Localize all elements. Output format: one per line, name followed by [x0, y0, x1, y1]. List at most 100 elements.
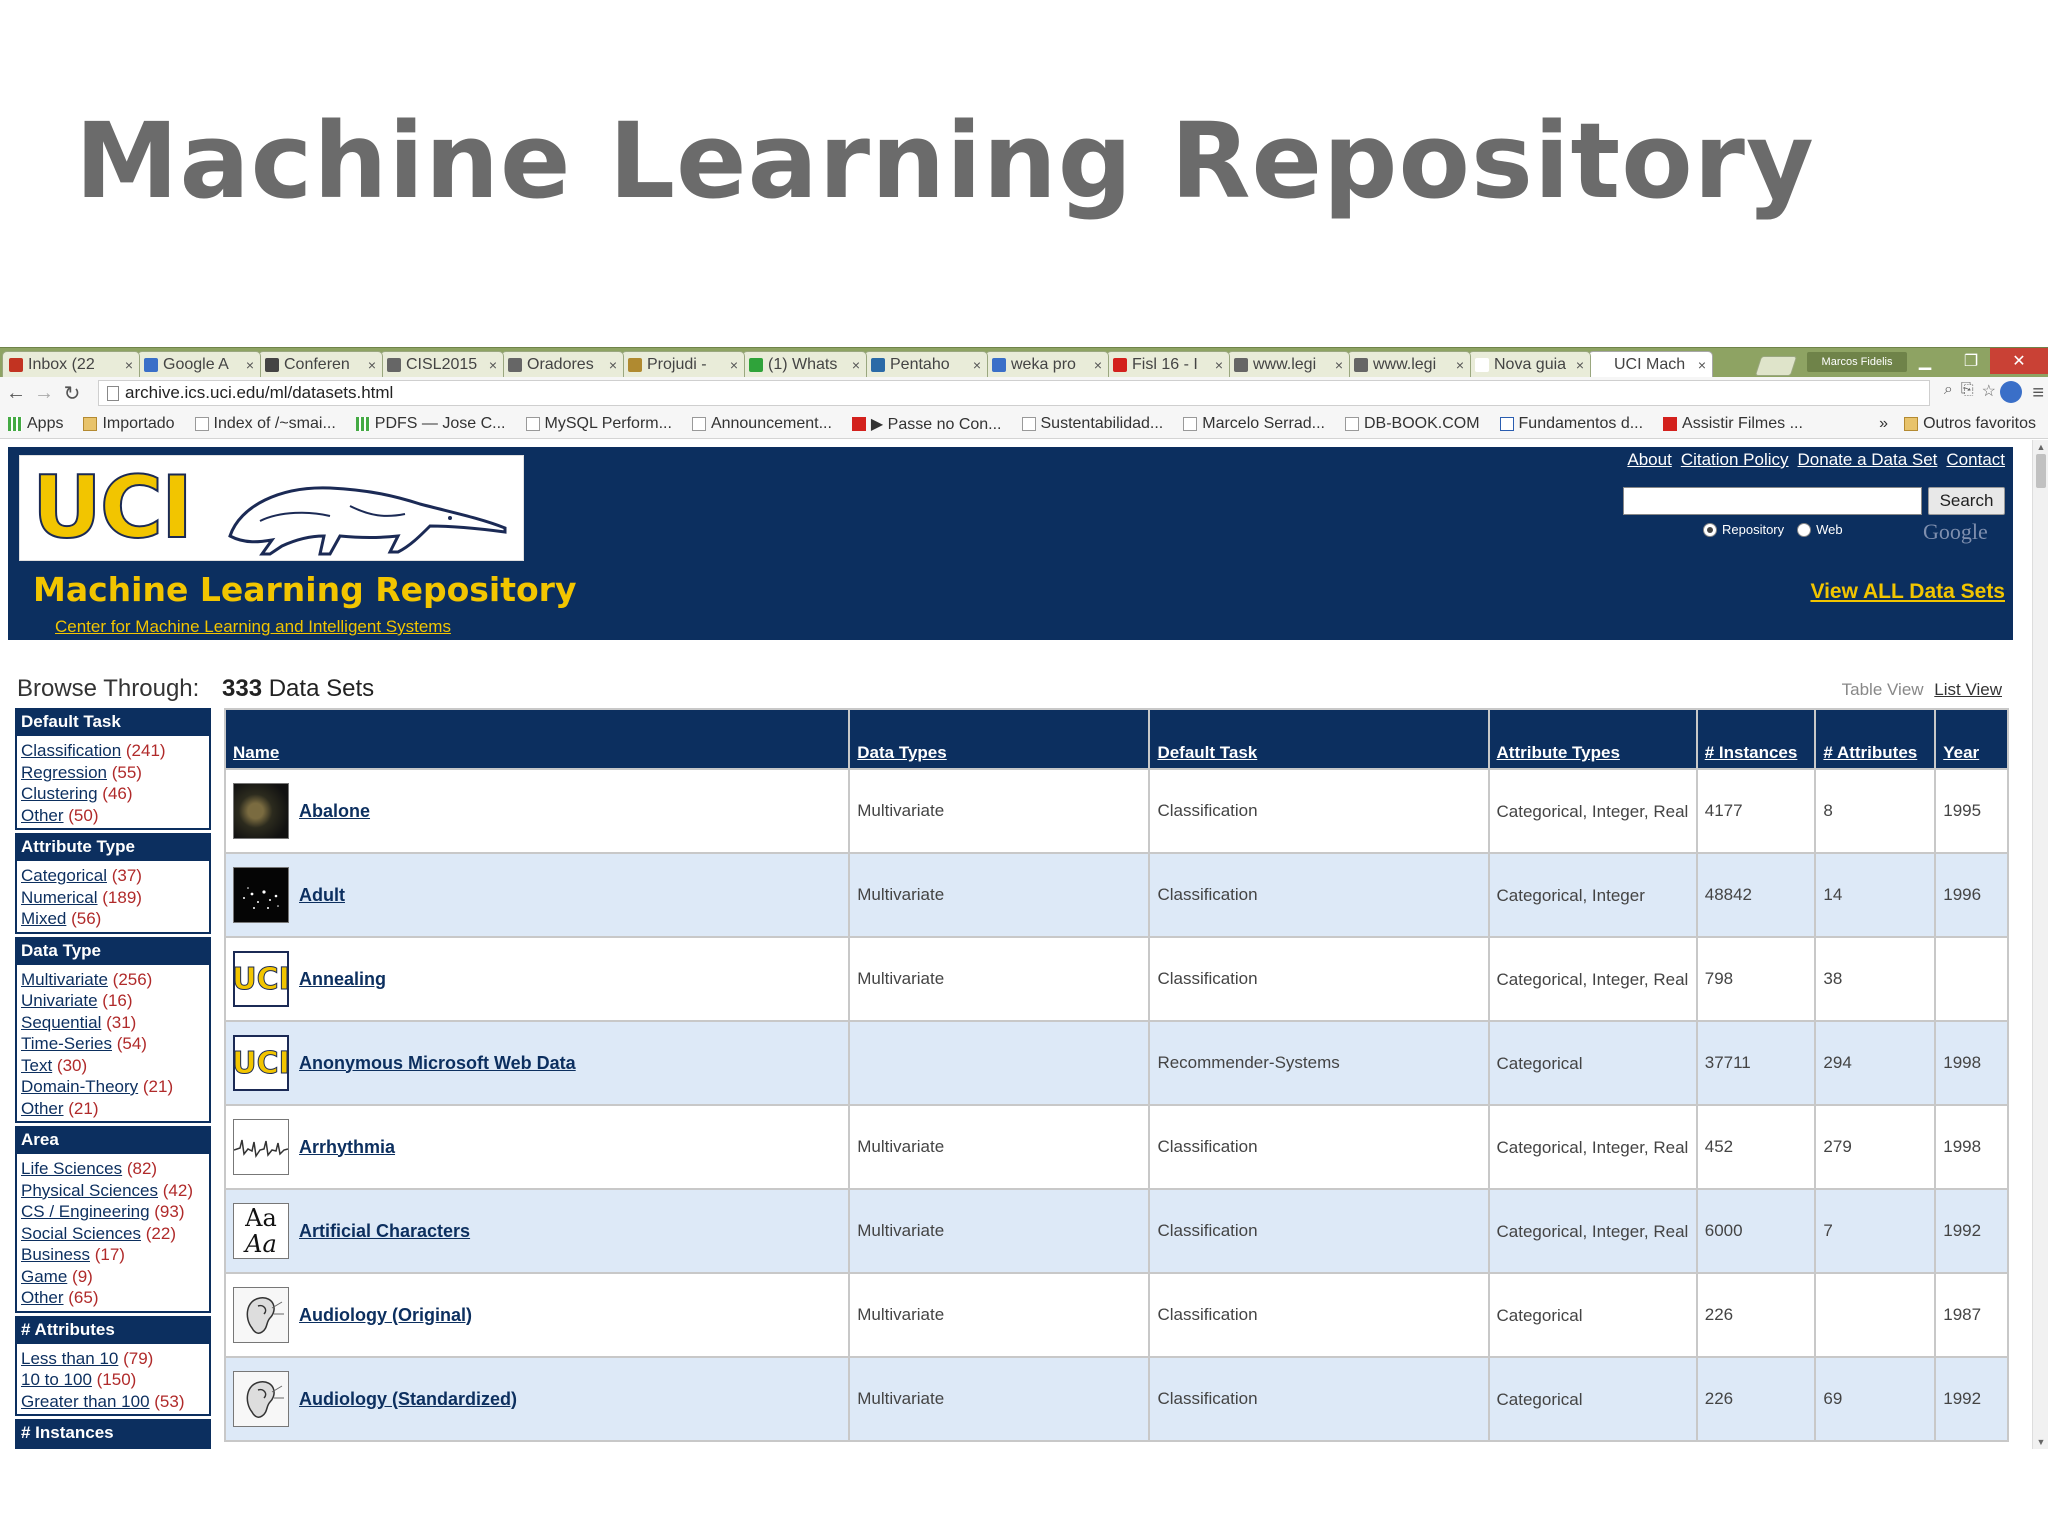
forward-icon[interactable]: → [32, 381, 56, 405]
filter-link[interactable]: Life Sciences [21, 1159, 122, 1178]
bookmark-item[interactable]: PDFS — Jose C... [355, 415, 506, 433]
reload-icon[interactable]: ↻ [60, 381, 84, 405]
new-tab-button[interactable] [1754, 356, 1798, 376]
filter-link[interactable]: Greater than 100 [21, 1392, 150, 1411]
browser-tab[interactable]: Conferen × [258, 351, 383, 378]
citation-policy-link[interactable]: Citation Policy [1681, 450, 1789, 470]
dataset-thumbnail[interactable] [233, 1371, 289, 1427]
filter-link[interactable]: Business [21, 1245, 90, 1264]
tab-close-icon[interactable]: × [489, 357, 497, 373]
browser-tab[interactable]: Oradores × [501, 351, 624, 378]
maximize-icon[interactable]: ❐ [1948, 348, 1994, 374]
bookmark-other-folder[interactable]: Outros favoritos [1904, 415, 2036, 433]
bookmark-item[interactable]: Sustentabilidad... [1021, 415, 1163, 433]
tab-close-icon[interactable]: × [1215, 357, 1223, 373]
col-attribute-types[interactable]: Attribute Types [1489, 710, 1696, 768]
browser-tab[interactable]: Nova guia × [1468, 351, 1591, 378]
browser-tab[interactable]: Projudi - × [621, 351, 745, 378]
bookmark-item[interactable]: Marcelo Serrad... [1183, 415, 1325, 433]
browser-tab[interactable]: Inbox (22 × [2, 351, 140, 378]
filter-link[interactable]: Regression [21, 763, 107, 782]
browser-tab[interactable]: (1) Whats × [742, 351, 867, 378]
bookmark-item[interactable]: Fundamentos d... [1499, 415, 1643, 433]
uci-logo[interactable]: UCI [19, 455, 524, 561]
filter-link[interactable]: Text [21, 1056, 52, 1075]
dataset-thumbnail[interactable]: Aa Aa [233, 1203, 289, 1259]
dataset-name-link[interactable]: Adult [299, 885, 345, 906]
bookmark-item[interactable]: ▶ Passe no Con... [851, 414, 1002, 434]
dataset-thumbnail[interactable] [233, 783, 289, 839]
minimize-icon[interactable]: ▁ [1902, 348, 1948, 374]
tab-close-icon[interactable]: × [730, 357, 738, 373]
col-attributes[interactable]: # Attributes [1816, 710, 1935, 768]
filter-link[interactable]: Domain-Theory [21, 1077, 138, 1096]
dataset-name-link[interactable]: Arrhythmia [299, 1137, 395, 1158]
scroll-thumb[interactable] [2036, 454, 2046, 488]
filter-link[interactable]: 10 to 100 [21, 1370, 92, 1389]
dataset-thumbnail[interactable] [233, 1287, 289, 1343]
browser-tab[interactable]: Pentaho × [864, 351, 988, 378]
filter-link[interactable]: Social Sciences [21, 1224, 141, 1243]
dataset-name-link[interactable]: Artificial Characters [299, 1221, 470, 1242]
extension-icon[interactable] [2000, 381, 2022, 403]
dataset-name-link[interactable]: Annealing [299, 969, 386, 990]
bookmark-item[interactable]: MySQL Perform... [525, 415, 672, 433]
col-year[interactable]: Year [1936, 710, 2007, 768]
dataset-thumbnail[interactable]: UCI [233, 1035, 289, 1091]
bookmark-item[interactable]: Assistir Filmes ... [1663, 415, 1803, 433]
bookmark-item[interactable]: Importado [83, 415, 175, 433]
tab-close-icon[interactable]: × [1335, 357, 1343, 373]
dataset-thumbnail[interactable]: UCI [233, 951, 289, 1007]
browser-tab[interactable]: weka pro × [985, 351, 1109, 378]
tab-close-icon[interactable]: × [368, 357, 376, 373]
bookmark-item[interactable]: Announcement... [691, 415, 832, 433]
browser-tab[interactable]: CISL2015 × [380, 351, 504, 378]
col-name[interactable]: Name [226, 710, 849, 768]
search-button[interactable]: Search [1928, 487, 2005, 515]
translate-icon[interactable]: ⎘ [1961, 381, 1974, 401]
scroll-down-icon[interactable]: ▼ [2033, 1435, 2048, 1449]
view-all-link[interactable]: View ALL Data Sets [1810, 580, 2005, 604]
menu-icon[interactable]: ≡ [2032, 382, 2044, 405]
filter-link[interactable]: Mixed [21, 909, 66, 928]
dataset-name-link[interactable]: Anonymous Microsoft Web Data [299, 1053, 576, 1074]
filter-link[interactable]: Other [21, 1288, 64, 1307]
tab-close-icon[interactable]: × [973, 357, 981, 373]
dataset-name-link[interactable]: Abalone [299, 801, 370, 822]
filter-link[interactable]: Sequential [21, 1013, 101, 1032]
bookmarks-more-icon[interactable]: » [1879, 415, 1888, 433]
scroll-up-icon[interactable]: ▲ [2033, 440, 2048, 454]
tab-close-icon[interactable]: × [609, 357, 617, 373]
zoom-icon[interactable]: ⌕ [1944, 381, 1953, 401]
dataset-thumbnail[interactable] [233, 1119, 289, 1175]
filter-link[interactable]: Univariate [21, 991, 98, 1010]
donate-link[interactable]: Donate a Data Set [1798, 450, 1938, 470]
contact-link[interactable]: Contact [1946, 450, 2005, 470]
bookmark-item[interactable]: Index of /~smai... [194, 415, 336, 433]
filter-link[interactable]: Categorical [21, 866, 107, 885]
filter-link[interactable]: Less than 10 [21, 1349, 118, 1368]
tab-close-icon[interactable]: × [1094, 357, 1102, 373]
dataset-name-link[interactable]: Audiology (Standardized) [299, 1389, 517, 1410]
repo-subtitle-link[interactable]: Center for Machine Learning and Intellig… [55, 617, 451, 637]
filter-link[interactable]: CS / Engineering [21, 1202, 150, 1221]
col-instances[interactable]: # Instances [1697, 710, 1815, 768]
browser-tab[interactable]: Google A × [137, 351, 261, 378]
radio-web[interactable] [1797, 522, 1812, 537]
list-view-link[interactable]: List View [1934, 680, 2002, 699]
filter-link[interactable]: Other [21, 806, 64, 825]
filter-link[interactable]: Numerical [21, 888, 98, 907]
bookmark-item[interactable]: Apps [8, 415, 63, 433]
search-input[interactable] [1623, 487, 1922, 515]
filter-link[interactable]: Other [21, 1099, 64, 1118]
browser-tab[interactable]: www.legi × [1227, 351, 1350, 378]
back-icon[interactable]: ← [4, 381, 28, 405]
close-window-icon[interactable]: ✕ [1990, 348, 2048, 374]
dataset-name-link[interactable]: Audiology (Original) [299, 1305, 472, 1326]
tab-close-icon[interactable]: × [246, 357, 254, 373]
filter-link[interactable]: Multivariate [21, 970, 108, 989]
col-default-task[interactable]: Default Task [1150, 710, 1488, 768]
filter-link[interactable]: Time-Series [21, 1034, 112, 1053]
about-link[interactable]: About [1627, 450, 1671, 470]
browser-tab[interactable]: UCI Mach × [1588, 351, 1713, 378]
